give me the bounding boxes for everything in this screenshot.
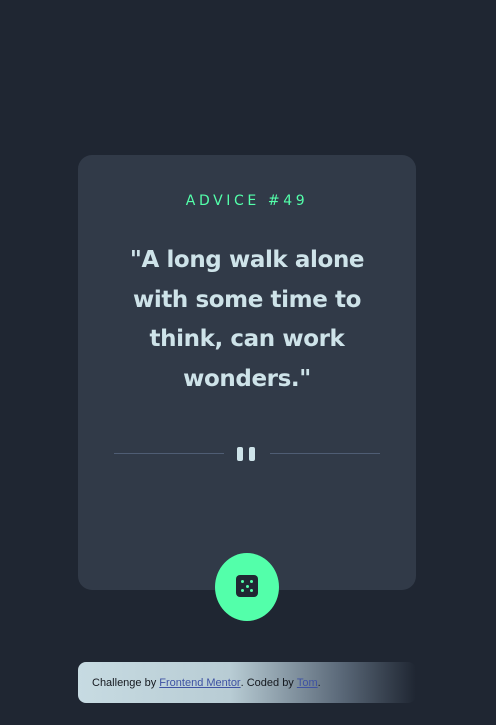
dice-pip	[241, 580, 244, 583]
generate-advice-button[interactable]	[215, 553, 279, 621]
pause-bar	[237, 447, 243, 461]
attribution-suffix: .	[317, 676, 321, 689]
advice-id: ADVICE #49	[185, 193, 309, 209]
attribution-prefix: Challenge by	[92, 676, 157, 689]
dice-pip	[245, 584, 249, 588]
divider	[114, 444, 380, 464]
frontend-mentor-link[interactable]: Frontend Mentor	[159, 677, 240, 689]
pause-bar	[249, 447, 255, 461]
attribution: Challenge by Frontend Mentor. Coded by T…	[78, 662, 416, 703]
advice-card: ADVICE #49 "A long walk alone with some …	[78, 155, 416, 590]
divider-line-left	[114, 453, 224, 454]
dice-icon	[236, 575, 258, 597]
divider-line-right	[270, 453, 380, 454]
advice-quote: "A long walk alone with some time to thi…	[129, 247, 365, 392]
dice-pip	[250, 589, 253, 592]
pause-icon	[237, 447, 257, 461]
author-link[interactable]: Tom	[297, 677, 318, 689]
attribution-middle: . Coded by	[240, 676, 294, 689]
dice-pip	[241, 589, 244, 592]
dice-pip	[250, 580, 253, 583]
